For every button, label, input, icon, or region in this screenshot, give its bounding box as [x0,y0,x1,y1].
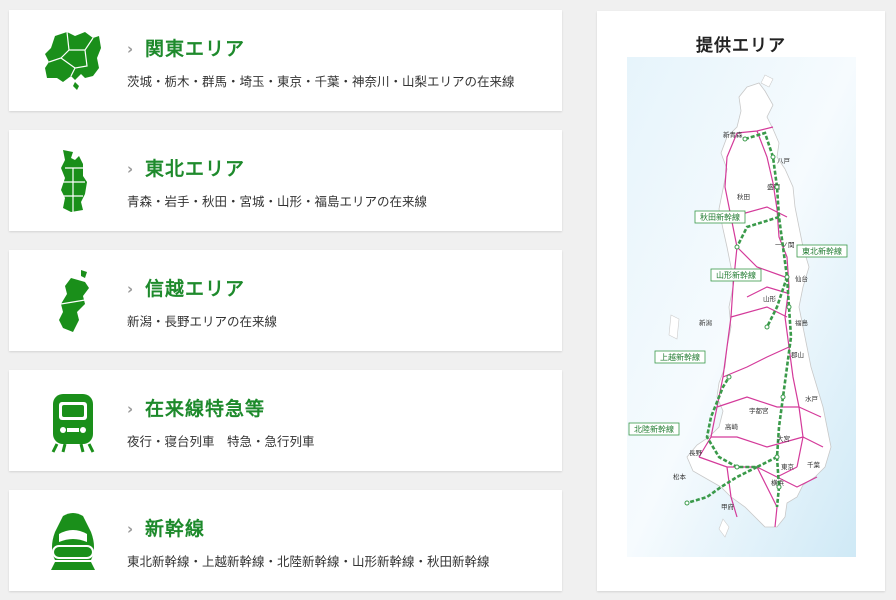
line-label-akita: 秋田新幹線 [700,212,740,222]
limited-express-train-icon [51,394,95,453]
station-yamagata: 山形 [763,294,777,303]
station-mito: 水戸 [805,394,819,403]
service-area-map[interactable]: 秋田新幹線 東北新幹線 山形新幹線 上越新幹線 北陸新幹線 新青森 八戸 盛岡 … [627,57,856,557]
service-area-panel: 提供エリア 秋田新幹線 東北新幹線 山形新幹線 上越新幹線 北陸新幹線 新青森 … [597,11,885,591]
line-label-hokuriku: 北陸新幹線 [634,424,674,434]
shinetsu-map-icon [59,270,89,332]
area-title-kanto: 関東エリア [145,38,246,60]
shinkansen-icon [51,513,95,570]
area-card-shinkansen[interactable]: › 新幹線 東北新幹線・上越新幹線・北陸新幹線・山形新幹線・秋田新幹線 [9,490,562,591]
area-title-shinkansen: 新幹線 [145,518,206,540]
station-matsumoto: 松本 [673,472,687,481]
station-tokyo: 東京 [781,462,795,471]
area-card-kanto[interactable]: › 関東エリア 茨城・栃木・群馬・埼玉・東京・千葉・神奈川・山梨エリアの在来線 [9,10,562,111]
tohoku-map-icon [61,150,87,212]
station-utsunomiya: 宇都宮 [749,406,769,415]
station-koriyama: 郡山 [791,350,804,359]
station-niigata: 新潟 [699,318,713,327]
station-omiya: 大宮 [777,434,790,443]
station-aomori: 新青森 [723,130,743,139]
station-ichinoseki: 一ノ関 [775,241,795,249]
station-nagano: 長野 [689,449,703,457]
area-title-tohoku: 東北エリア [145,158,246,180]
chevron-right-icon: › [127,280,134,298]
station-kofu: 甲府 [721,502,735,511]
station-hachinohe: 八戸 [777,157,791,165]
service-area-title: 提供エリア [696,36,786,56]
area-card-tohoku[interactable]: › 東北エリア 青森・岩手・秋田・宮城・山形・福島エリアの在来線 [9,130,562,231]
area-desc-shinetsu: 新潟・長野エリアの在来線 [127,314,278,329]
area-card-limited-express[interactable]: › 在来線特急等 夜行・寝台列車 特急・急行列車 [9,370,562,471]
area-desc-kanto: 茨城・栃木・群馬・埼玉・東京・千葉・神奈川・山梨エリアの在来線 [127,74,515,89]
station-takasaki: 高崎 [725,422,739,431]
chevron-right-icon: › [127,400,134,418]
station-sendai: 仙台 [795,274,808,283]
kanto-map-icon [45,31,101,90]
area-desc-limited-express: 夜行・寝台列車 特急・急行列車 [127,434,315,449]
station-akita: 秋田 [737,192,750,201]
line-label-tohoku: 東北新幹線 [802,246,842,256]
line-label-yamagata: 山形新幹線 [716,270,756,280]
station-chiba: 千葉 [807,460,821,469]
line-label-joetsu: 上越新幹線 [660,352,700,362]
station-fukushima: 福島 [795,318,809,327]
area-card-shinetsu[interactable]: › 信越エリア 新潟・長野エリアの在来線 [9,250,562,351]
chevron-right-icon: › [127,40,134,58]
area-desc-tohoku: 青森・岩手・秋田・宮城・山形・福島エリアの在来線 [127,194,428,209]
area-title-limited-express: 在来線特急等 [145,398,266,420]
area-title-shinetsu: 信越エリア [145,278,246,300]
chevron-right-icon: › [127,520,134,538]
area-desc-shinkansen: 東北新幹線・上越新幹線・北陸新幹線・山形新幹線・秋田新幹線 [127,554,490,569]
chevron-right-icon: › [127,160,134,178]
